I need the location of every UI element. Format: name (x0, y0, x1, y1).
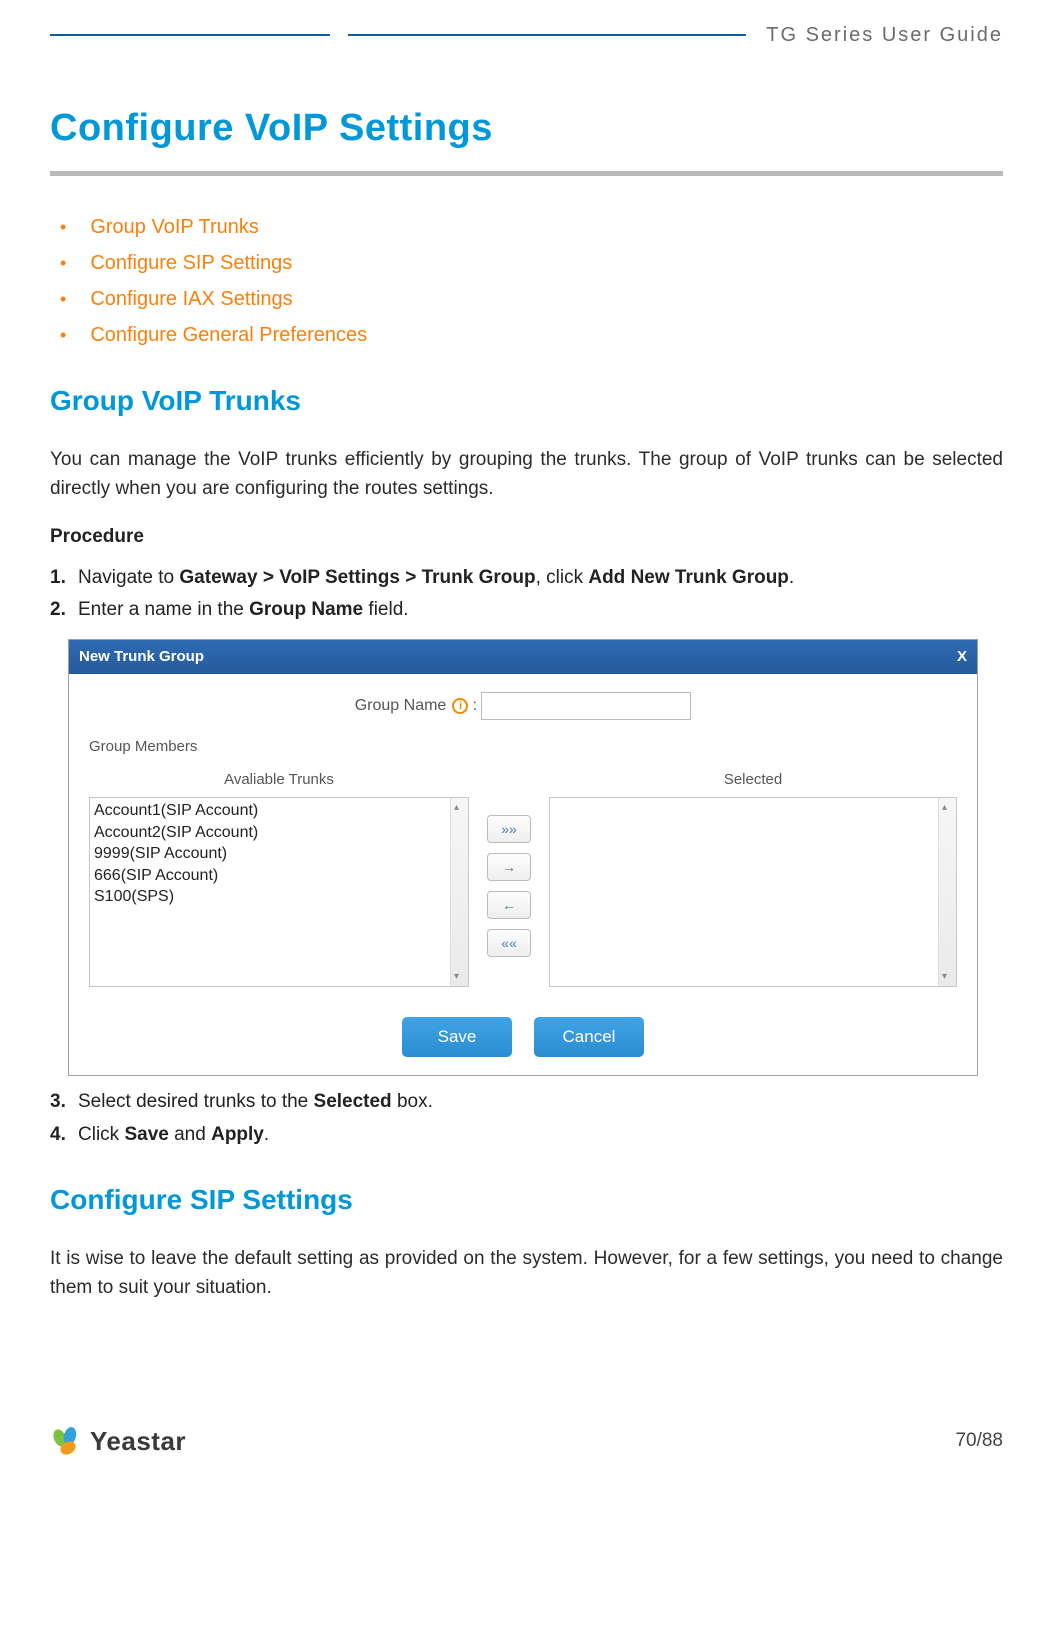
group-name-row: Group Name i : (89, 692, 957, 720)
section-heading-configure-sip-settings: Configure SIP Settings (50, 1179, 1003, 1221)
selected-listbox[interactable] (549, 797, 957, 987)
group-name-input[interactable] (481, 692, 691, 720)
available-item-2[interactable]: 9999(SIP Account) (94, 843, 464, 865)
dialog-titlebar: New Trunk Group X (69, 640, 977, 675)
transfer-headers: Avaliable Trunks Selected (89, 769, 957, 792)
move-left-button[interactable]: ← (487, 891, 531, 919)
section-heading-group-voip-trunks: Group VoIP Trunks (50, 380, 1003, 422)
header-line-right (348, 34, 746, 36)
new-trunk-group-dialog: New Trunk Group X Group Name i : Group M… (68, 639, 978, 1077)
selected-scrollbar[interactable] (938, 798, 956, 986)
available-item-3[interactable]: 666(SIP Account) (94, 865, 464, 887)
step-4: Click Save and Apply. (50, 1121, 1003, 1150)
transfer-buttons: »» → ← «« (469, 797, 549, 957)
available-item-1[interactable]: Account2(SIP Account) (94, 822, 464, 844)
step-2: Enter a name in the Group Name field. (50, 596, 1003, 625)
transfer-widget: Account1(SIP Account) Account2(SIP Accou… (89, 797, 957, 987)
step1-bold2: Add New Trunk Group (588, 567, 789, 588)
step3-bold: Selected (314, 1091, 392, 1112)
step-1: Navigate to Gateway > VoIP Settings > Tr… (50, 564, 1003, 593)
dialog-body: Group Name i : Group Members Avaliable T… (69, 674, 977, 997)
header-rule: TG Series User Guide (50, 20, 1003, 50)
procedure-steps-top: Navigate to Gateway > VoIP Settings > Tr… (50, 564, 1003, 625)
procedure-label: Procedure (50, 523, 1003, 552)
step4-pre: Click (78, 1124, 124, 1145)
dialog-title-text: New Trunk Group (79, 646, 204, 669)
step-3: Select desired trunks to the Selected bo… (50, 1088, 1003, 1117)
step3-pre: Select desired trunks to the (78, 1091, 314, 1112)
move-all-left-button[interactable]: «« (487, 929, 531, 957)
page-number: 70/88 (955, 1427, 1003, 1456)
selected-header: Selected (549, 769, 957, 792)
dialog-close-button[interactable]: X (957, 646, 967, 669)
step4-bold1: Save (124, 1124, 168, 1145)
step2-post: field. (363, 599, 408, 620)
toc-link-group-voip-trunks[interactable]: Group VoIP Trunks (60, 212, 1003, 242)
header-line-left (50, 34, 330, 36)
selected-items (550, 798, 956, 802)
toc-list: Group VoIP Trunks Configure SIP Settings… (60, 212, 1003, 350)
procedure-steps-bottom: Select desired trunks to the Selected bo… (50, 1088, 1003, 1149)
step2-pre: Enter a name in the (78, 599, 249, 620)
page-footer: Yeastar 70/88 (50, 1422, 1003, 1461)
step4-bold2: Apply (211, 1124, 264, 1145)
doc-header-title: TG Series User Guide (746, 20, 1003, 50)
title-underline (50, 171, 1003, 176)
move-all-right-button[interactable]: »» (487, 815, 531, 843)
available-item-4[interactable]: S100(SPS) (94, 886, 464, 908)
toc-link-configure-general-preferences[interactable]: Configure General Preferences (60, 320, 1003, 350)
step2-bold: Group Name (249, 599, 363, 620)
brand-name: Yeastar (90, 1422, 186, 1461)
info-icon[interactable]: i (452, 698, 468, 714)
available-items: Account1(SIP Account) Account2(SIP Accou… (90, 798, 468, 910)
mid-spacer (469, 769, 549, 792)
available-header: Avaliable Trunks (89, 769, 469, 792)
toc-link-configure-sip-settings[interactable]: Configure SIP Settings (60, 248, 1003, 278)
group-members-label: Group Members (89, 736, 957, 759)
step4-post: . (264, 1124, 269, 1145)
available-listbox[interactable]: Account1(SIP Account) Account2(SIP Accou… (89, 797, 469, 987)
page-title: Configure VoIP Settings (50, 100, 1003, 157)
step4-mid: and (169, 1124, 211, 1145)
dialog-footer: Save Cancel (69, 997, 977, 1075)
group-name-colon: : (473, 697, 477, 714)
logo-icon (50, 1426, 82, 1458)
step3-post: box. (392, 1091, 433, 1112)
toc-link-configure-iax-settings[interactable]: Configure IAX Settings (60, 284, 1003, 314)
brand-logo: Yeastar (50, 1422, 186, 1461)
group-name-label: Group Name (355, 697, 447, 714)
section1-intro: You can manage the VoIP trunks efficient… (50, 446, 1003, 503)
available-scrollbar[interactable] (450, 798, 468, 986)
cancel-button[interactable]: Cancel (534, 1017, 644, 1057)
available-item-0[interactable]: Account1(SIP Account) (94, 800, 464, 822)
move-right-button[interactable]: → (487, 853, 531, 881)
step1-post: . (789, 567, 794, 588)
step1-pre: Navigate to (78, 567, 179, 588)
step1-bold1: Gateway > VoIP Settings > Trunk Group (179, 567, 535, 588)
save-button[interactable]: Save (402, 1017, 512, 1057)
step1-mid: , click (536, 567, 589, 588)
section2-intro: It is wise to leave the default setting … (50, 1245, 1003, 1302)
